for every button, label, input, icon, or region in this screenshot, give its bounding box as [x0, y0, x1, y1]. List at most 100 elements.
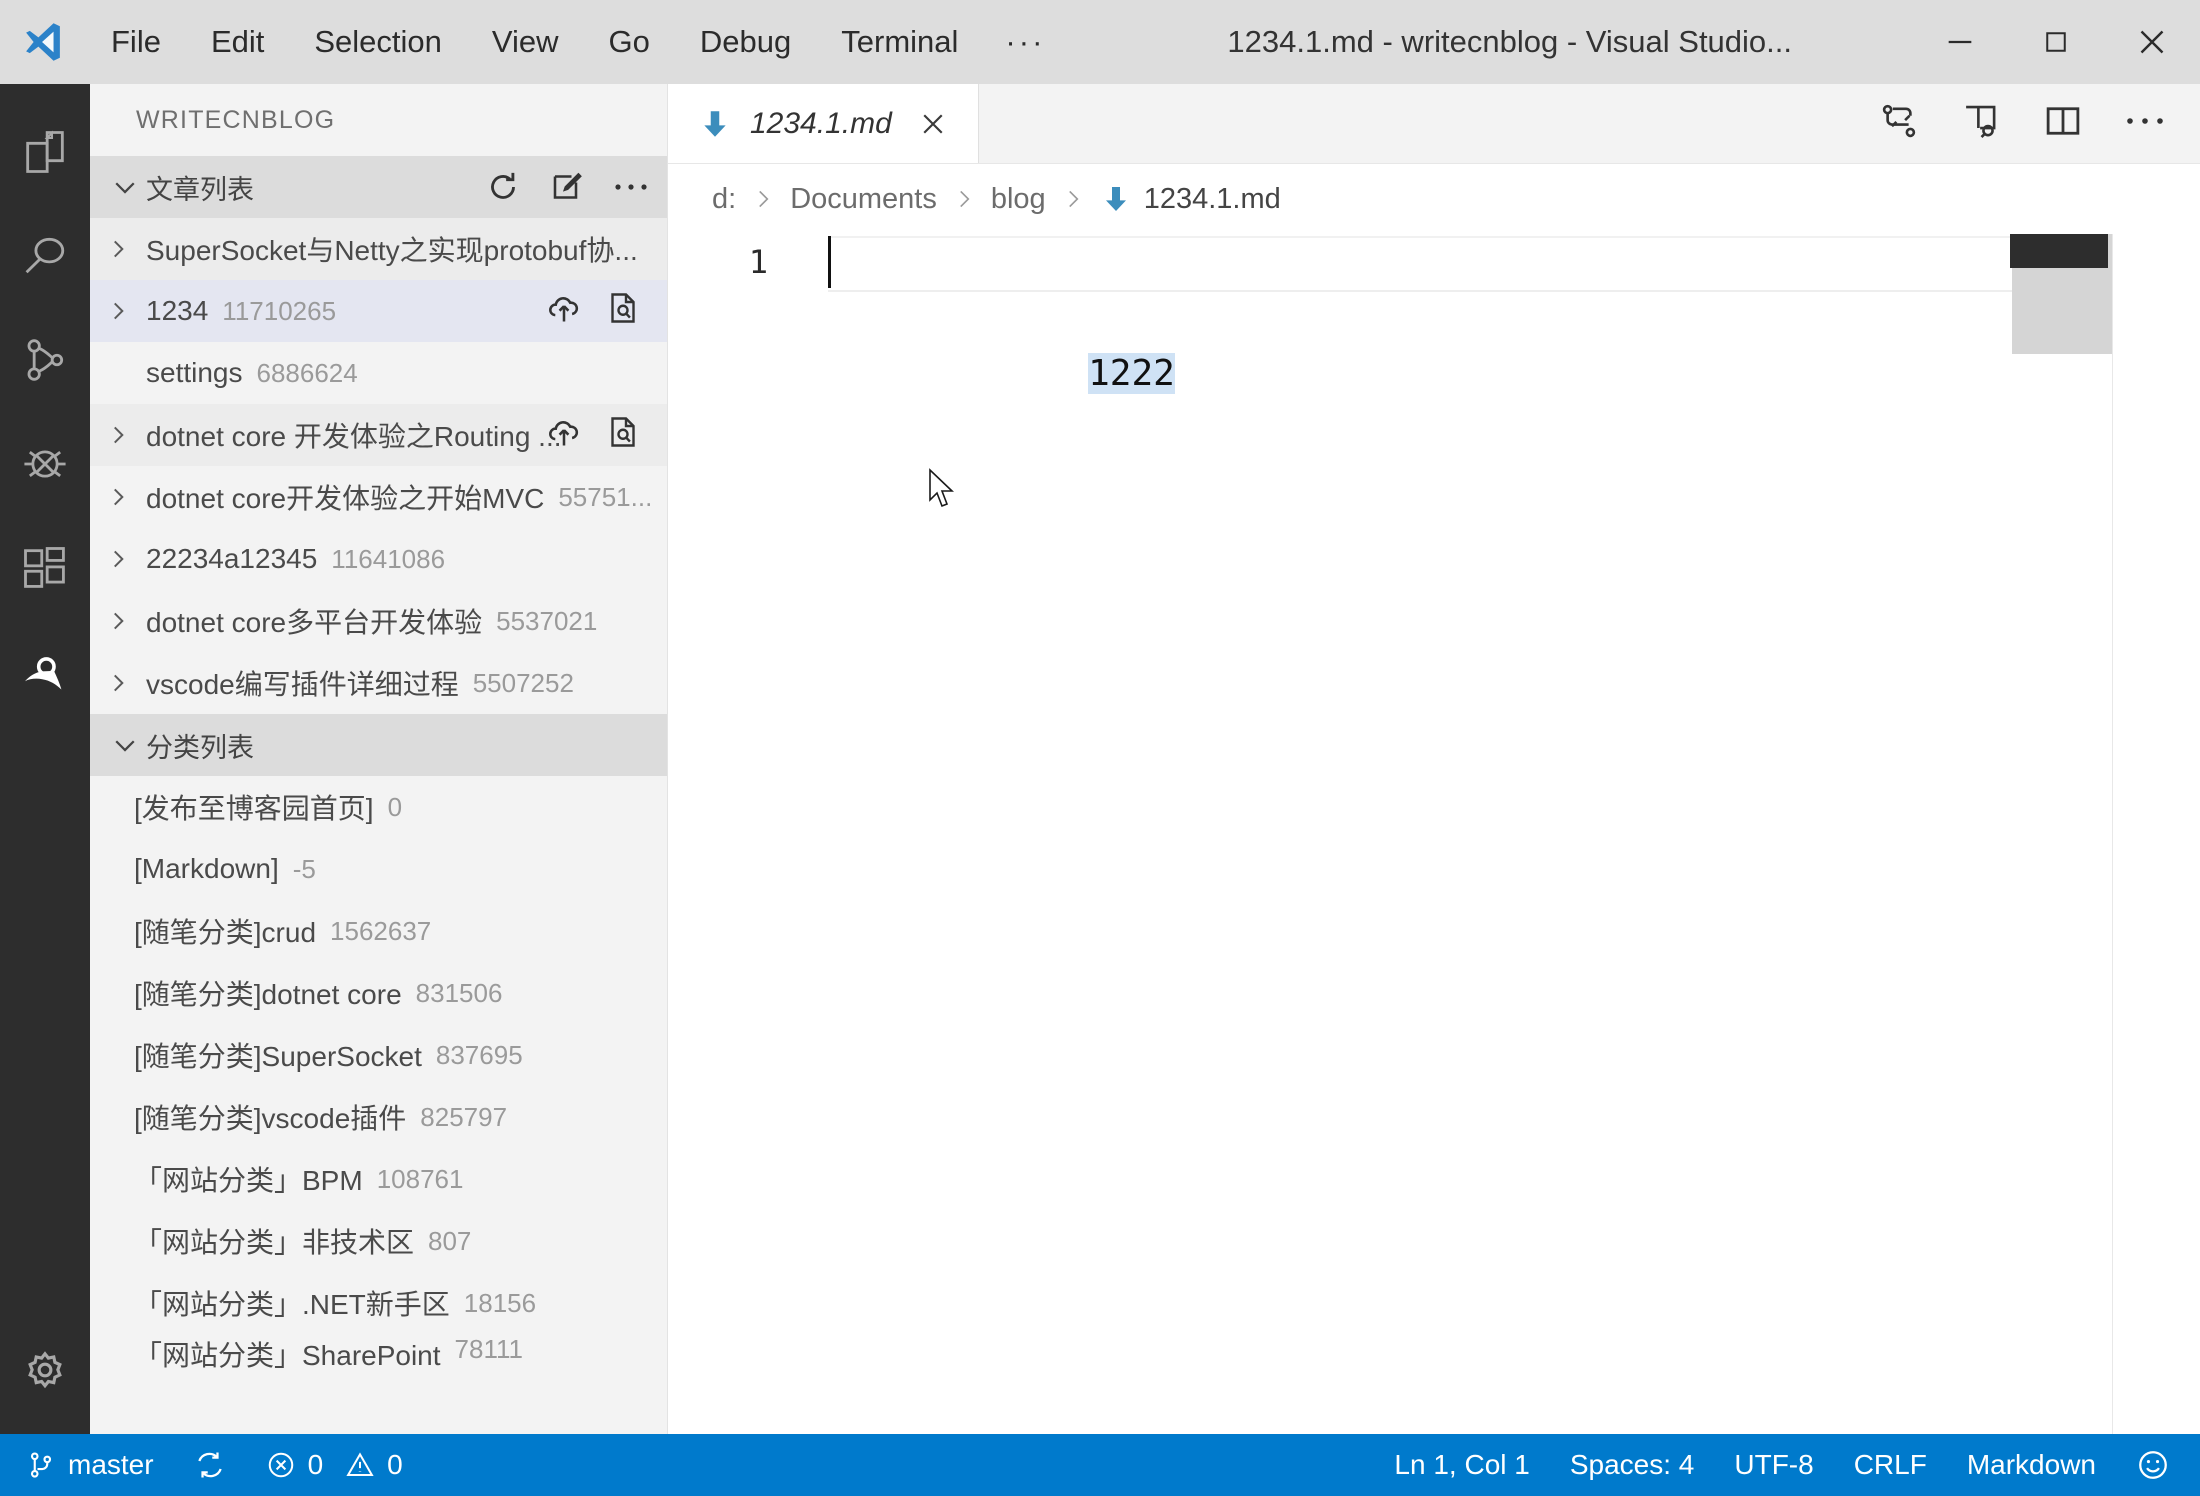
source-control-branch-icon — [26, 1450, 56, 1480]
chevron-down-icon — [104, 730, 146, 760]
chevron-right-icon[interactable] — [90, 608, 146, 634]
list-item[interactable]: 1234 11710265 — [90, 280, 667, 342]
more-horizontal-icon[interactable] — [2124, 114, 2166, 133]
refresh-icon[interactable] — [485, 169, 521, 205]
maximize-icon[interactable] — [2008, 0, 2104, 84]
chevron-right-icon[interactable] — [90, 422, 146, 448]
editor-tabs: 1234.1.md — [668, 84, 2200, 164]
eol-status[interactable]: CRLF — [1834, 1434, 1947, 1496]
category-name: [随笔分类]SuperSocket — [134, 1041, 422, 1072]
error-count: 0 — [307, 1449, 324, 1480]
menu-debug[interactable]: Debug — [675, 14, 816, 70]
article-title: vscode编写插件详细过程 — [146, 669, 459, 700]
feedback-status[interactable] — [2116, 1434, 2200, 1496]
breadcrumb-item-documents[interactable]: Documents — [790, 183, 937, 216]
compare-changes-icon[interactable] — [1878, 100, 1920, 147]
chevron-right-icon[interactable] — [90, 298, 146, 324]
menu-go[interactable]: Go — [584, 14, 675, 70]
explorer-files-icon[interactable] — [0, 100, 90, 204]
category-id: 108761 — [376, 1163, 464, 1194]
tab-1234-1-md[interactable]: 1234.1.md — [668, 84, 979, 163]
problems-status[interactable]: 0 0 — [246, 1434, 423, 1496]
edit-pencil-icon[interactable] — [549, 169, 585, 205]
list-item[interactable]: SuperSocket与Netty之实现protobuf协... — [90, 218, 667, 280]
editor-line-1[interactable]: 1 1222 — [668, 234, 2200, 394]
source-control-icon[interactable] — [0, 308, 90, 412]
open-preview-side-icon[interactable] — [1960, 100, 2002, 147]
list-item[interactable]: vscode编写插件详细过程 5507252 — [90, 652, 667, 714]
list-item[interactable]: 「网站分类」非技术区 807 — [90, 1210, 667, 1272]
window-title: 1234.1.md - writecnblog - Visual Studio.… — [1227, 24, 1793, 59]
list-item[interactable]: dotnet core多平台开发体验 5537021 — [90, 590, 667, 652]
editor-content[interactable]: 1 1222 — [668, 234, 2200, 1434]
cloud-upload-icon[interactable] — [545, 289, 583, 334]
list-item[interactable]: 「网站分类」SharePoint 78111 — [90, 1334, 667, 1376]
tabs-filler — [979, 84, 1844, 163]
close-icon[interactable] — [918, 109, 948, 139]
breadcrumb-item-file[interactable]: 1234.1.md — [1100, 183, 1281, 216]
article-title: 1234 — [146, 295, 209, 326]
menu-file[interactable]: File — [86, 14, 186, 70]
extensions-icon[interactable] — [0, 516, 90, 620]
categories-section-header[interactable]: 分类列表 — [90, 714, 667, 776]
category-name: [随笔分类]dotnet core — [134, 979, 402, 1010]
menu-selection[interactable]: Selection — [289, 14, 467, 70]
line-text-container[interactable]: 1222 — [828, 234, 1175, 458]
list-item[interactable]: [随笔分类]SuperSocket 837695 — [90, 1024, 667, 1086]
list-item[interactable]: 「网站分类」BPM 108761 — [90, 1148, 667, 1210]
debug-icon[interactable] — [0, 412, 90, 516]
chevron-right-icon[interactable] — [90, 670, 146, 696]
breadcrumb-label: Documents — [790, 182, 937, 215]
list-item[interactable]: [Markdown] -5 — [90, 838, 667, 900]
branch-status[interactable]: master — [0, 1434, 174, 1496]
search-icon[interactable] — [0, 204, 90, 308]
minimize-icon[interactable] — [1912, 0, 2008, 84]
article-id: 5507252 — [472, 667, 574, 698]
chevron-right-icon[interactable] — [90, 484, 146, 510]
list-item[interactable]: 22234a12345 11641086 — [90, 528, 667, 590]
overview-ruler[interactable] — [2112, 234, 2200, 1434]
category-id: 831506 — [415, 977, 503, 1008]
menu-overflow-button[interactable]: ··· — [983, 14, 1067, 70]
breadcrumb-item-blog[interactable]: blog — [991, 183, 1046, 216]
cursor-position-status[interactable]: Ln 1, Col 1 — [1374, 1434, 1549, 1496]
minimap-slider[interactable] — [2010, 234, 2108, 268]
category-id: 0 — [387, 791, 403, 822]
smiley-icon — [2136, 1448, 2170, 1482]
list-item[interactable]: 「网站分类」.NET新手区 18156 — [90, 1272, 667, 1334]
split-editor-icon[interactable] — [2042, 100, 2084, 147]
document-search-icon[interactable] — [605, 290, 641, 333]
close-icon[interactable] — [2104, 0, 2200, 84]
list-item[interactable]: dotnet core 开发体验之Routing ... — [90, 404, 667, 466]
list-item[interactable]: [发布至博客园首页] 0 — [90, 776, 667, 838]
articles-section-label: 文章列表 — [146, 174, 254, 205]
menu-terminal[interactable]: Terminal — [816, 14, 983, 70]
writecnblog-icon[interactable] — [0, 620, 90, 724]
category-name: 「网站分类」.NET新手区 — [134, 1289, 450, 1320]
articles-section-header[interactable]: 文章列表 — [90, 156, 667, 218]
document-search-icon[interactable] — [605, 414, 641, 457]
chevron-right-icon[interactable] — [90, 546, 146, 572]
category-id: 825797 — [420, 1101, 508, 1132]
sync-status[interactable] — [174, 1434, 246, 1496]
selected-text[interactable]: 1222 — [1088, 353, 1175, 394]
indentation-status[interactable]: Spaces: 4 — [1550, 1434, 1715, 1496]
list-item[interactable]: dotnet core开发体验之开始MVC 55751... — [90, 466, 667, 528]
chevron-right-icon — [750, 186, 776, 212]
list-item[interactable]: settings 6886624 — [90, 342, 667, 404]
language-mode-status[interactable]: Markdown — [1947, 1434, 2116, 1496]
chevron-right-icon[interactable] — [90, 236, 146, 262]
list-item[interactable]: [随笔分类]vscode插件 825797 — [90, 1086, 667, 1148]
list-item[interactable]: [随笔分类]crud 1562637 — [90, 900, 667, 962]
menu-view[interactable]: View — [467, 14, 584, 70]
breadcrumb-item-drive[interactable]: d: — [712, 183, 736, 216]
more-horizontal-icon[interactable] — [613, 180, 649, 194]
articles-list: SuperSocket与Netty之实现protobuf协... 1234 11… — [90, 218, 667, 1434]
cloud-upload-icon[interactable] — [545, 413, 583, 458]
encoding-status[interactable]: UTF-8 — [1714, 1434, 1833, 1496]
row-actions — [545, 413, 641, 458]
menu-edit[interactable]: Edit — [186, 14, 289, 70]
gear-icon[interactable] — [0, 1318, 90, 1422]
status-bar-right: Ln 1, Col 1 Spaces: 4 UTF-8 CRLF Markdow… — [1374, 1434, 2200, 1496]
list-item[interactable]: [随笔分类]dotnet core 831506 — [90, 962, 667, 1024]
